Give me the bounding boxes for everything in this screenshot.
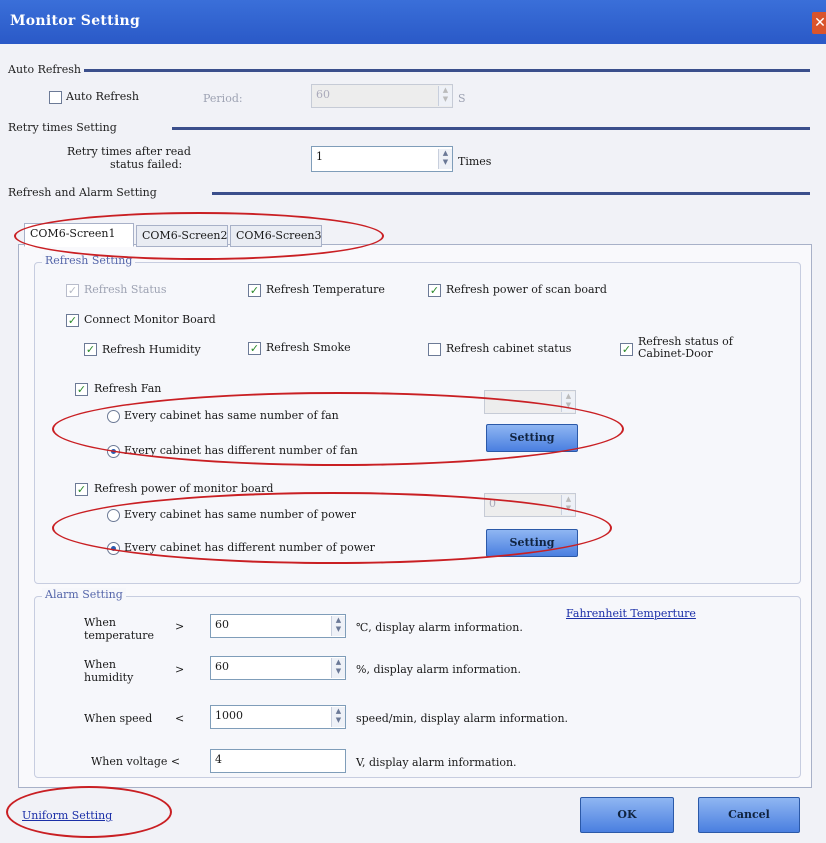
speed-operator: < (175, 712, 185, 725)
refresh-status-checkbox[interactable]: ✓ (66, 284, 79, 297)
retry-value: 1 (316, 150, 323, 163)
refresh-temperature-checkbox[interactable]: ✓ (248, 284, 261, 297)
refresh-status-label: Refresh Status (84, 283, 167, 296)
retry-spinner[interactable]: ▲ ▼ (438, 149, 452, 169)
hum-label-line2: humidity (84, 671, 134, 684)
period-unit: S (458, 92, 466, 105)
hum-unit: %, display alarm information. (356, 663, 521, 676)
refresh-smoke-checkbox[interactable]: ✓ (248, 342, 261, 355)
close-button[interactable]: ✕ (812, 12, 826, 34)
refresh-alarm-section-label: Refresh and Alarm Setting (8, 186, 157, 199)
speed-threshold-value: 1000 (215, 709, 243, 722)
voltage-threshold-input[interactable]: 4 (210, 749, 346, 773)
hum-threshold-value: 60 (215, 660, 229, 673)
hum-threshold-input[interactable]: 60 (210, 656, 346, 680)
voltage-label: When voltage < (91, 755, 181, 768)
refresh-cabinet-status-label: Refresh cabinet status (446, 342, 572, 355)
voltage-threshold-value: 4 (215, 753, 222, 766)
refresh-power-monitor-checkbox[interactable]: ✓ (75, 483, 88, 496)
refresh-humidity-checkbox[interactable]: ✓ (84, 343, 97, 356)
hum-operator: > (175, 663, 185, 676)
refresh-power-scan-label: Refresh power of scan board (446, 283, 607, 296)
temp-spinner[interactable]: ▲ ▼ (331, 616, 345, 636)
refresh-fan-checkbox[interactable]: ✓ (75, 383, 88, 396)
auto-refresh-section-label: Auto Refresh (8, 63, 81, 76)
annotation-ellipse-uniform (6, 786, 172, 838)
temp-label-line1: When (84, 616, 116, 629)
temp-operator: > (175, 620, 185, 633)
refresh-fan-label: Refresh Fan (94, 382, 162, 395)
temp-unit: ℃, display alarm information. (356, 621, 523, 634)
retry-divider (172, 127, 810, 130)
auto-refresh-divider (84, 69, 810, 72)
fahrenheit-link[interactable]: Fahrenheit Temperture (566, 607, 696, 620)
refresh-cabinet-status-checkbox[interactable] (428, 343, 441, 356)
annotation-ellipse-power (52, 492, 612, 564)
connect-monitor-label: Connect Monitor Board (84, 313, 216, 326)
alarm-setting-group-title: Alarm Setting (42, 588, 126, 601)
retry-input[interactable]: 1 (311, 146, 453, 172)
speed-threshold-input[interactable]: 1000 (210, 705, 346, 729)
refresh-power-scan-checkbox[interactable]: ✓ (428, 284, 441, 297)
auto-refresh-checkbox[interactable] (49, 91, 62, 104)
close-icon: ✕ (814, 15, 826, 31)
ok-button[interactable]: OK (580, 797, 674, 833)
refresh-smoke-label: Refresh Smoke (266, 341, 351, 354)
refresh-cabinet-door-label-line2: Cabinet-Door (638, 347, 713, 360)
refresh-cabinet-door-checkbox[interactable]: ✓ (620, 343, 633, 356)
cancel-button[interactable]: Cancel (698, 797, 800, 833)
retry-label-line2: status failed: (110, 158, 183, 171)
annotation-ellipse-fan (52, 392, 624, 466)
refresh-temperature-label: Refresh Temperature (266, 283, 385, 296)
hum-spinner[interactable]: ▲ ▼ (331, 658, 345, 678)
period-label: Period: (203, 92, 243, 105)
retry-section-label: Retry times Setting (8, 121, 117, 134)
retry-label-line1: Retry times after read (67, 145, 191, 158)
window-title: Monitor Setting (10, 13, 141, 29)
auto-refresh-label: Auto Refresh (66, 90, 139, 103)
temp-label-line2: temperature (84, 629, 155, 642)
refresh-humidity-label: Refresh Humidity (102, 343, 201, 356)
speed-label: When speed (84, 712, 153, 725)
refresh-alarm-divider (212, 192, 810, 195)
annotation-ellipse-tabs (14, 212, 384, 260)
speed-spinner[interactable]: ▲ ▼ (331, 707, 345, 727)
voltage-unit: V, display alarm information. (356, 756, 517, 769)
temp-threshold-value: 60 (215, 618, 229, 631)
period-value: 60 (316, 88, 330, 101)
period-input[interactable]: 60 (311, 84, 453, 108)
hum-label-line1: When (84, 658, 116, 671)
speed-unit: speed/min, display alarm information. (356, 712, 569, 725)
retry-unit: Times (458, 155, 492, 168)
connect-monitor-checkbox[interactable]: ✓ (66, 314, 79, 327)
temp-threshold-input[interactable]: 60 (210, 614, 346, 638)
period-spinner[interactable]: ▲ ▼ (438, 86, 452, 106)
